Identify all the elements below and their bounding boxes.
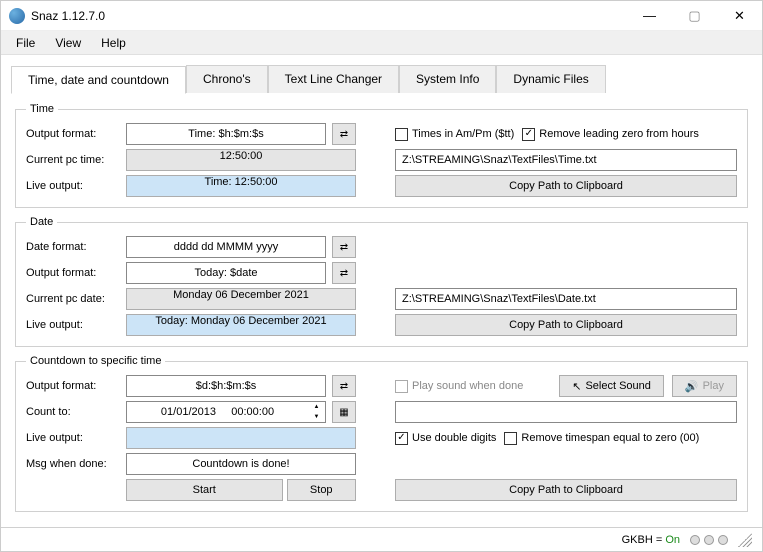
date-output-format-input[interactable] [126,262,326,284]
date-currentpc-value: Monday 06 December 2021 [126,288,356,310]
date-output-options-button[interactable]: ⇄ [332,262,356,284]
tab-dynfiles[interactable]: Dynamic Files [496,65,605,93]
checkbox-icon [395,380,408,393]
checkbox-icon [504,432,517,445]
date-copy-path-button[interactable]: Copy Path to Clipboard [395,314,737,336]
time-output-format-label: Output format: [26,128,126,140]
titlebar: Snaz 1.12.7.0 — ▢ ✕ [1,1,762,31]
checkbox-icon [522,128,535,141]
countdown-liveoutput-value [126,427,356,449]
tab-row: Time, date and countdown Chrono's Text L… [1,55,762,94]
countdown-countto-calendar-button[interactable]: ▦ [332,401,356,423]
tab-chronos[interactable]: Chrono's [186,65,268,93]
menu-help[interactable]: Help [91,32,136,54]
time-liveoutput-value: Time: 12:50:00 [126,175,356,197]
date-format-input[interactable] [126,236,326,258]
time-copy-path-button[interactable]: Copy Path to Clipboard [395,175,737,197]
time-ampm-checkbox[interactable]: Times in Am/Pm ($tt) [395,128,514,141]
statusbar: GKBH = On [1,527,762,551]
date-output-format-label: Output format: [26,267,126,279]
close-button[interactable]: ✕ [717,1,762,31]
countdown-start-button[interactable]: Start [126,479,283,501]
maximize-button[interactable]: ▢ [672,1,717,31]
countdown-removezero-checkbox[interactable]: Remove timespan equal to zero (00) [504,432,699,445]
minimize-button[interactable]: — [627,1,672,31]
time-path-input[interactable] [395,149,737,171]
time-legend: Time [26,103,58,115]
content-area: Time Output format: ⇄ Times in Am/Pm ($t… [1,93,762,527]
countdown-msgdone-input[interactable] [126,453,356,475]
cursor-icon: ↖ [572,380,581,393]
menu-view[interactable]: View [45,32,91,54]
date-format-options-button[interactable]: ⇄ [332,236,356,258]
date-liveoutput-value: Today: Monday 06 December 2021 [126,314,356,336]
countdown-usedouble-checkbox[interactable]: Use double digits [395,432,496,445]
time-output-format-input[interactable] [126,123,326,145]
menubar: File View Help [1,31,762,55]
tab-textline[interactable]: Text Line Changer [268,65,399,93]
time-remove-zero-checkbox[interactable]: Remove leading zero from hours [522,128,699,141]
calendar-icon: ▦ [339,407,348,418]
countdown-countto-input[interactable] [126,401,308,423]
countdown-output-format-input[interactable] [126,375,326,397]
date-legend: Date [26,216,57,228]
chevron-up-icon: ▲ [308,402,325,412]
status-led-2 [704,535,714,545]
options-icon: ⇄ [340,242,348,253]
date-path-input[interactable] [395,288,737,310]
countdown-legend: Countdown to specific time [26,355,165,367]
options-icon: ⇄ [340,381,348,392]
countdown-format-options-button[interactable]: ⇄ [332,375,356,397]
date-currentpc-label: Current pc date: [26,293,126,305]
time-group: Time Output format: ⇄ Times in Am/Pm ($t… [15,103,748,208]
menu-file[interactable]: File [6,32,45,54]
tab-sysinfo[interactable]: System Info [399,65,496,93]
tab-timedate[interactable]: Time, date and countdown [11,66,186,94]
status-indicators [690,535,728,545]
countdown-output-format-label: Output format: [26,380,126,392]
countdown-group: Countdown to specific time Output format… [15,355,748,512]
time-currentpc-value: 12:50:00 [126,149,356,171]
countdown-playsound-checkbox[interactable]: Play sound when done [395,380,523,393]
status-gkbh: GKBH = On [622,534,680,546]
chevron-down-icon: ▼ [308,412,325,422]
countdown-stop-button[interactable]: Stop [287,479,357,501]
countdown-select-sound-button[interactable]: ↖ Select Sound [559,375,664,397]
speaker-icon: 🔊 [685,380,699,393]
options-icon: ⇄ [340,129,348,140]
date-group: Date Date format: ⇄ Output format: ⇄ Cur… [15,216,748,347]
date-format-label: Date format: [26,241,126,253]
countdown-liveoutput-label: Live output: [26,432,126,444]
app-icon [9,8,25,24]
options-icon: ⇄ [340,268,348,279]
window-controls: — ▢ ✕ [627,1,762,31]
time-currentpc-label: Current pc time: [26,154,126,166]
countdown-countto-label: Count to: [26,406,126,418]
status-led-3 [718,535,728,545]
countdown-countto-spinner[interactable]: ▲▼ [308,401,326,423]
window-title: Snaz 1.12.7.0 [31,9,105,23]
resize-grip-icon[interactable] [738,533,752,547]
date-liveoutput-label: Live output: [26,319,126,331]
countdown-path-input[interactable] [395,401,737,423]
countdown-copy-path-button[interactable]: Copy Path to Clipboard [395,479,737,501]
countdown-msgdone-label: Msg when done: [26,458,126,470]
countdown-play-button[interactable]: 🔊 Play [672,375,737,397]
checkbox-icon [395,432,408,445]
time-liveoutput-label: Live output: [26,180,126,192]
checkbox-icon [395,128,408,141]
status-led-1 [690,535,700,545]
time-format-options-button[interactable]: ⇄ [332,123,356,145]
